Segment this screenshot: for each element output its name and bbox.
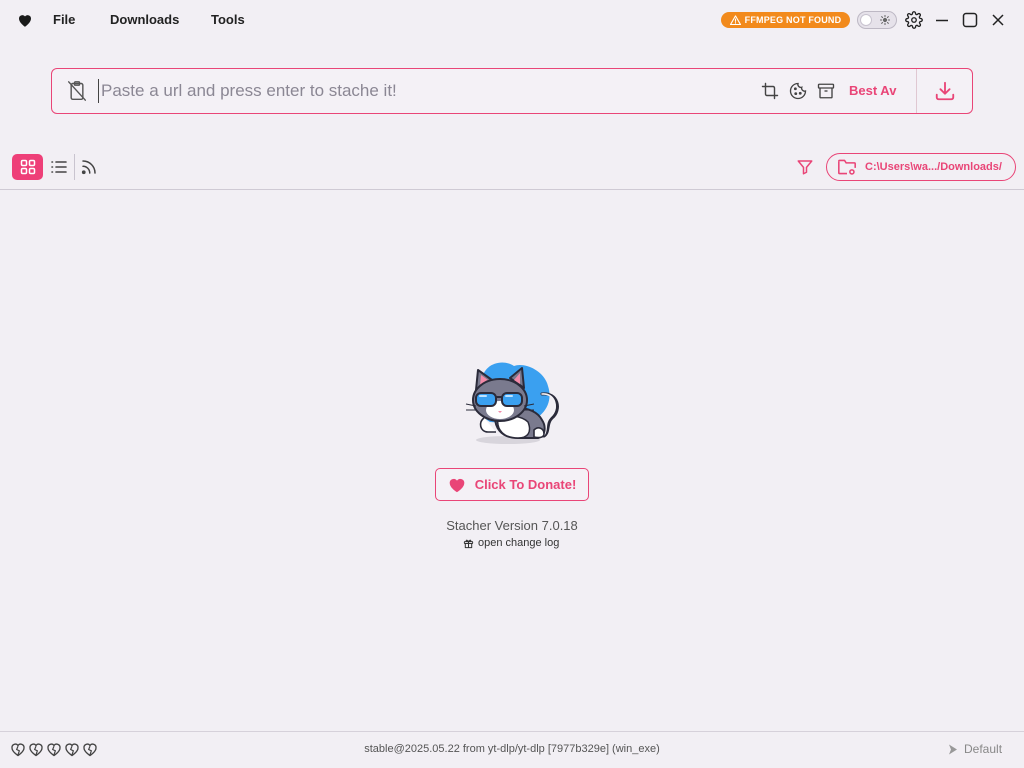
theme-toggle[interactable] — [857, 11, 897, 29]
maximize-icon[interactable] — [961, 11, 979, 29]
heart-icon — [448, 477, 466, 493]
donate-label: Click To Donate! — [474, 477, 577, 492]
ffmpeg-warning-badge[interactable]: FFMPEG NOT FOUND — [721, 12, 850, 28]
crop-icon[interactable] — [761, 82, 779, 100]
footer-separator — [0, 731, 1024, 732]
gift-icon — [463, 538, 474, 549]
url-bar: Best Av — [51, 68, 973, 114]
profile-selector[interactable]: Default — [948, 742, 1002, 756]
toggle-knob — [860, 14, 872, 26]
folder-settings-icon — [827, 158, 857, 176]
download-icon[interactable] — [934, 80, 956, 102]
close-icon[interactable] — [989, 11, 1007, 29]
url-input[interactable] — [98, 79, 738, 103]
cookie-icon[interactable] — [789, 82, 807, 100]
grid-view-icon[interactable] — [12, 154, 43, 180]
profile-label: Default — [964, 742, 1003, 756]
warning-icon — [729, 15, 741, 25]
menu-downloads[interactable]: Downloads — [110, 12, 179, 27]
rss-icon[interactable] — [80, 158, 98, 176]
sun-icon — [880, 15, 890, 25]
chevron-right-icon — [948, 744, 958, 755]
toolbar-separator — [0, 189, 1024, 190]
view-divider — [74, 154, 75, 180]
gear-icon[interactable] — [905, 11, 923, 29]
minimize-icon[interactable] — [933, 11, 951, 29]
change-log-label: open change log — [478, 537, 560, 549]
menu-tools[interactable]: Tools — [211, 12, 245, 27]
archive-icon[interactable] — [817, 82, 835, 100]
filter-icon[interactable] — [796, 158, 814, 176]
download-folder-button[interactable]: C:\Users\wa.../Downloads/ — [826, 153, 1016, 181]
open-change-log-link[interactable]: open change log — [463, 537, 559, 549]
quality-selector[interactable]: Best Av — [849, 83, 896, 98]
clipboard-off-icon[interactable] — [67, 80, 87, 102]
warning-label: FFMPEG NOT FOUND — [744, 15, 842, 25]
cat-mascot-illustration — [462, 356, 562, 448]
donate-button[interactable]: Click To Donate! — [435, 468, 589, 501]
app-version: Stacher Version 7.0.18 — [446, 518, 578, 533]
menu-file[interactable]: File — [53, 12, 75, 27]
heart-icon[interactable] — [16, 11, 34, 29]
ytdlp-status: stable@2025.05.22 from yt-dlp/yt-dlp [79… — [364, 743, 660, 755]
url-bar-divider — [916, 69, 917, 113]
download-folder-path: C:\Users\wa.../Downloads/ — [865, 161, 1002, 173]
list-view-icon[interactable] — [50, 158, 68, 176]
title-bar: File Downloads Tools FFMPEG NOT FOUND — [0, 0, 1024, 40]
